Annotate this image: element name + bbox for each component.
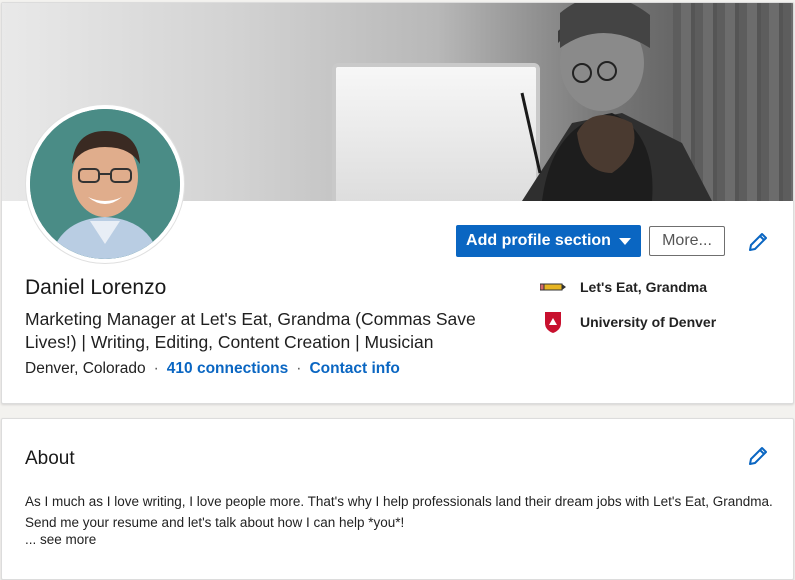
- pencil-icon: [749, 447, 767, 465]
- pencil-icon: [749, 233, 767, 251]
- current-company-name: Let's Eat, Grandma: [580, 279, 708, 295]
- cover-violinist-illustration: [520, 3, 712, 201]
- caret-down-icon: [618, 237, 631, 245]
- current-company-link[interactable]: Let's Eat, Grandma: [540, 279, 707, 295]
- more-button-label: More...: [662, 232, 712, 249]
- school-name: University of Denver: [580, 314, 717, 330]
- profile-name: Daniel Lorenzo: [25, 276, 167, 299]
- add-profile-section-button[interactable]: Add profile section: [456, 225, 641, 257]
- avatar-photo: [30, 109, 180, 259]
- edit-about-button[interactable]: [746, 444, 770, 468]
- pencil-logo-icon: [540, 283, 566, 291]
- education-link[interactable]: University of Denver: [540, 310, 716, 334]
- profile-intro-card: Add profile section More... Daniel Loren…: [1, 2, 794, 404]
- see-more-link[interactable]: ... see more: [25, 532, 96, 547]
- more-button[interactable]: More...: [649, 226, 725, 256]
- contact-info-link[interactable]: Contact info: [309, 360, 399, 378]
- edit-intro-button[interactable]: [746, 230, 770, 254]
- about-text: As I much as I love writing, I love peop…: [25, 494, 773, 530]
- profile-location: Denver, Colorado: [25, 360, 146, 377]
- university-shield-icon: [545, 312, 561, 333]
- profile-avatar[interactable]: [26, 105, 184, 263]
- connections-link[interactable]: 410 connections: [167, 360, 288, 378]
- profile-headline: Marketing Manager at Let's Eat, Grandma …: [25, 309, 476, 352]
- separator-dot: ·: [153, 360, 159, 377]
- profile-meta-row: Denver, Colorado · 410 connections · Con…: [25, 360, 400, 378]
- about-title: About: [25, 448, 75, 469]
- separator-dot: ·: [296, 360, 302, 377]
- add-profile-section-label: Add profile section: [466, 232, 611, 249]
- about-card: About As I much as I love writing, I lov…: [1, 418, 794, 580]
